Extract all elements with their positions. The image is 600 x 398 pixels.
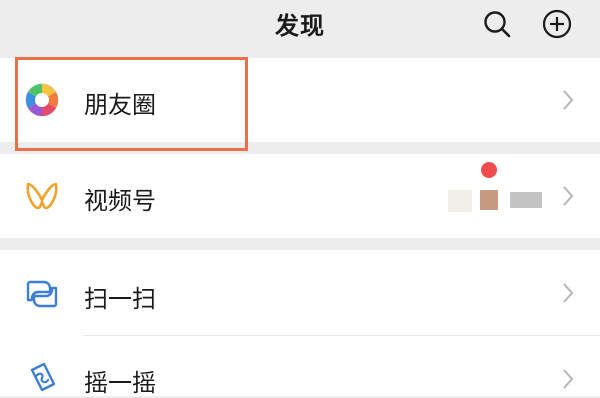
blurred-thumbnail (480, 190, 498, 210)
blurred-thumbnail (510, 192, 542, 208)
blurred-thumbnail (448, 190, 472, 212)
list-item-label: 扫一扫 (84, 285, 156, 313)
chevron-right-icon (563, 369, 574, 389)
chevron-right-icon (563, 283, 574, 303)
chevron-right-icon (563, 90, 574, 110)
channels-butterfly-icon (26, 182, 58, 210)
list-item-label: 视频号 (84, 187, 156, 215)
scan-icon (26, 280, 58, 308)
list-item-shake[interactable]: 摇一摇 (0, 336, 600, 397)
plus-circle-icon[interactable] (541, 8, 573, 40)
notification-badge (481, 162, 497, 178)
list-item-scan[interactable]: 扫一扫 (0, 250, 600, 336)
chevron-right-icon (563, 186, 574, 206)
annotation-highlight-box (15, 57, 248, 151)
search-icon[interactable] (481, 8, 513, 40)
list-item-label: 摇一摇 (84, 369, 156, 397)
header-bar: 发现 (0, 0, 600, 50)
shake-icon (30, 362, 56, 392)
